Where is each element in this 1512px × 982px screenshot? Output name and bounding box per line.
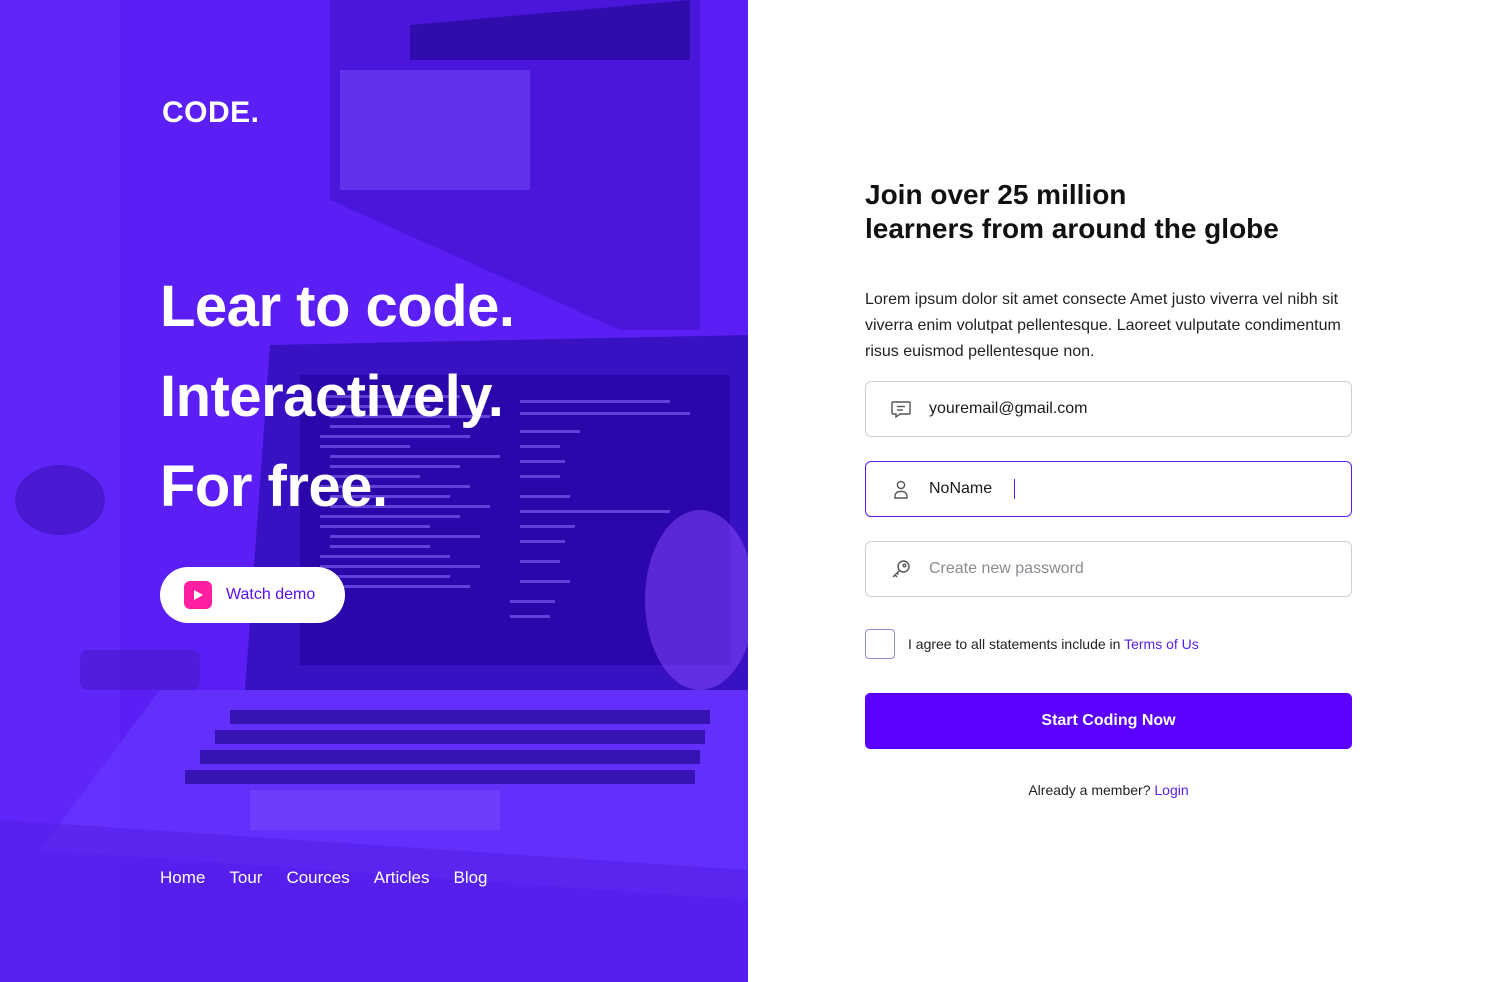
signup-description: Lorem ipsum dolor sit amet consecte Amet… xyxy=(865,291,1341,360)
headline-line-1: Lear to code. xyxy=(160,274,515,339)
signup-title-line-1: Join over 25 million xyxy=(865,179,1127,210)
login-prompt: Already a member? Login xyxy=(865,782,1352,798)
login-link[interactable]: Login xyxy=(1154,782,1188,798)
signup-panel: Join over 25 million learners from aroun… xyxy=(748,0,1512,982)
hero-panel: CODE. Lear to code. Interactively. For f… xyxy=(0,0,748,982)
hero-headline: Lear to code. Interactively. For free. xyxy=(160,262,515,532)
headline-line-3: For free. xyxy=(160,454,388,519)
footer-nav: Home Tour Cources Articles Blog xyxy=(160,868,512,888)
nav-blog[interactable]: Blog xyxy=(453,868,487,888)
signup-title-line-2: learners from around the globe xyxy=(865,213,1279,244)
signup-title: Join over 25 million learners from aroun… xyxy=(865,178,1385,246)
nav-home[interactable]: Home xyxy=(160,868,205,888)
email-field xyxy=(865,381,1352,437)
nav-courses[interactable]: Cources xyxy=(286,868,349,888)
email-input[interactable] xyxy=(929,400,1309,418)
headline-line-2: Interactively. xyxy=(160,364,504,429)
terms-agreement: I agree to all statements include in Ter… xyxy=(865,629,1199,659)
watch-demo-button[interactable]: Watch demo xyxy=(160,567,345,623)
terms-checkbox[interactable] xyxy=(865,629,895,659)
play-icon xyxy=(184,581,212,609)
text-caret xyxy=(1014,479,1015,499)
name-field xyxy=(865,461,1352,517)
chat-bubble-icon xyxy=(890,398,912,420)
member-text: Already a member? xyxy=(1028,782,1151,798)
terms-label: I agree to all statements include in xyxy=(908,636,1121,652)
password-input[interactable] xyxy=(929,560,1309,578)
name-input[interactable] xyxy=(929,480,1015,498)
brand-logo[interactable]: CODE. xyxy=(162,96,260,130)
nav-tour[interactable]: Tour xyxy=(229,868,262,888)
terms-text: I agree to all statements include in Ter… xyxy=(908,636,1199,652)
password-field xyxy=(865,541,1352,597)
start-coding-button[interactable]: Start Coding Now xyxy=(865,693,1352,749)
nav-articles[interactable]: Articles xyxy=(374,868,430,888)
watch-demo-label: Watch demo xyxy=(226,586,316,603)
key-icon xyxy=(890,558,912,580)
user-icon xyxy=(890,478,912,500)
terms-link[interactable]: Terms of Us xyxy=(1124,636,1199,652)
